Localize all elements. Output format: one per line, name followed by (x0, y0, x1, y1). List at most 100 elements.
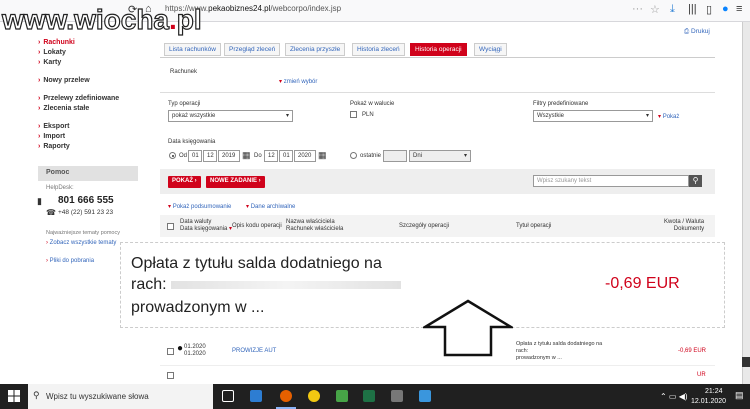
last-days-input[interactable] (383, 150, 407, 162)
row-amount: -0,69 EUR (678, 348, 707, 354)
scroll-thumb[interactable] (742, 357, 750, 367)
col-amount[interactable]: Kwota / Waluta Dokumenty (664, 219, 704, 233)
help-header: Pomoc (38, 166, 138, 181)
currency-checkbox[interactable] (350, 111, 357, 118)
tab-historia-zlecen[interactable]: Historia zleceń (352, 43, 405, 56)
faq-link[interactable]: › Zobacz wszystkie tematy (46, 240, 116, 246)
new-order-button[interactable]: NOWE ZADANIE › (206, 176, 265, 188)
app-icon[interactable] (308, 390, 320, 402)
select-all-checkbox[interactable] (167, 223, 174, 230)
windows-start-icon[interactable] (8, 390, 20, 402)
currency-label: Pokaż w walucie (350, 101, 395, 107)
col-type-code[interactable]: Opis kodu operacji (232, 223, 282, 230)
downloads-link[interactable]: › Pliki do pobrania (46, 258, 94, 264)
clock-date[interactable]: 12.01.2020 (691, 398, 726, 405)
more-icon[interactable]: ··· (632, 3, 643, 15)
tray-icons[interactable]: ⌃ ▭ ◀) (660, 392, 688, 401)
col-date[interactable]: Data waluty Data księgowania ▾ (180, 219, 232, 233)
phone-icon: ▮ (37, 196, 42, 206)
to-month-input[interactable]: 01 (279, 150, 293, 162)
to-year-input[interactable]: 2020 (294, 150, 316, 162)
menu-icon[interactable]: ≡ (736, 3, 742, 15)
download-icon[interactable]: ⤓ (670, 3, 675, 16)
calculator-icon[interactable] (391, 390, 403, 402)
col-details[interactable]: Szczegóły operacji (399, 223, 449, 230)
app-icon[interactable] (336, 390, 348, 402)
edge-icon[interactable] (250, 390, 262, 402)
tab-zlecenia-przyszle[interactable]: Zlecenia przyszłe (285, 43, 346, 56)
calendar-from-icon[interactable]: ▦ (242, 150, 251, 161)
excel-icon[interactable] (363, 390, 375, 402)
windows-taskbar: ⚲ Wpisz tu wyszukiwane słowa ⌃ ▭ ◀) 21:2… (0, 384, 750, 409)
task-view-icon[interactable] (222, 390, 234, 402)
taskbar-search-placeholder: Wpisz tu wyszukiwane słowa (46, 392, 149, 401)
show-button[interactable]: POKAŻ › (168, 176, 201, 188)
from-day-input[interactable]: 01 (188, 150, 202, 162)
row-code[interactable]: PROWIZJE AUT (232, 348, 276, 355)
show-filters-link[interactable]: ▾ Pokaż (658, 113, 679, 120)
sidebar-item-lokaty[interactable]: › Lokaty (38, 48, 138, 58)
operation-type-label: Typ operacji (168, 101, 201, 107)
sidebar-item-raporty[interactable]: › Raporty (38, 142, 138, 152)
col-title[interactable]: Tytuł operacji (516, 223, 551, 230)
summary-link[interactable]: ▾ Pokaż podsumowanie (168, 203, 231, 210)
search-input[interactable]: Wpisz szukany tekst (533, 175, 689, 187)
operation-type-select[interactable]: pokaż wszystkie (168, 110, 293, 122)
clock-time[interactable]: 21:24 (705, 388, 723, 395)
date-label: Data księgowania (168, 139, 216, 145)
redacted-account (171, 280, 402, 289)
from-year-input[interactable]: 2019 (218, 150, 240, 162)
tab-historia-operacji[interactable]: Historia operacji (410, 43, 467, 56)
bookmark-star-icon[interactable]: ☆ (650, 3, 660, 16)
photos-icon[interactable] (419, 390, 431, 402)
currency-value: PLN (362, 112, 374, 118)
filters-label: Filtry predefiniowane (533, 101, 589, 107)
helpdesk-phone-alt: +48 (22) 591 23 23 (58, 209, 114, 216)
search-icon[interactable]: ⚲ (689, 175, 702, 187)
last-unit-select[interactable]: Dni (409, 150, 471, 162)
tab-wyciagi[interactable]: Wyciągi (474, 43, 507, 56)
sidebar-item-nowy-przelew[interactable]: › Nowy przelew (38, 76, 138, 86)
tabs-divider (160, 57, 715, 58)
cursor-blob: ● (177, 343, 184, 354)
col-owner[interactable]: Nazwa właściciela Rachunek właściciela (286, 219, 343, 233)
sidebar-icon[interactable]: ▯ (706, 3, 712, 16)
printer-icon: ⎙ (684, 28, 690, 35)
to-label: Do (254, 153, 262, 159)
sidebar-item-eksport[interactable]: › Eksport (38, 122, 138, 132)
sidebar-item-karty[interactable]: › Karty (38, 58, 138, 68)
last-days-radio[interactable] (350, 152, 357, 159)
date-range-radio[interactable] (169, 152, 176, 159)
last-label: ostatnie (360, 153, 382, 159)
overlay-line-1: Opłata z tytułu salda dodatniego na (131, 255, 382, 272)
page-scrollbar[interactable] (742, 22, 750, 384)
sidebar-item-zlecenia-stale[interactable]: › Zlecenia stałe (38, 104, 138, 114)
helpdesk-label: HelpDesk: (46, 185, 74, 191)
print-button[interactable]: ⎙ Drukuj (684, 28, 710, 36)
faq-label: Najważniejsze tematy pomocy (46, 230, 120, 236)
account-icon[interactable]: ● (722, 3, 729, 15)
from-month-input[interactable]: 12 (203, 150, 217, 162)
firefox-icon[interactable] (280, 390, 292, 402)
to-day-input[interactable]: 12 (264, 150, 278, 162)
row-checkbox[interactable] (167, 372, 174, 379)
sidebar-item-przelewy-zdefiniowane[interactable]: › Przelewy zdefiniowane (38, 94, 138, 104)
change-account-link[interactable]: ▾ zmień wybór (279, 78, 317, 85)
sidebar-item-rachunki[interactable]: › Rachunki (38, 38, 138, 48)
help-title: Pomoc (46, 169, 70, 176)
zoom-overlay: Opłata z tytułu salda dodatniego na rach… (120, 242, 725, 357)
overlay-line-3: prowadzonym w ... (131, 299, 265, 316)
tab-lista-rachunkow[interactable]: Lista rachunków (164, 43, 221, 56)
notifications-icon[interactable]: ▤ (735, 390, 744, 401)
calendar-to-icon[interactable]: ▦ (318, 150, 327, 161)
archive-link[interactable]: ▾ Dane archiwalne (246, 203, 295, 210)
library-icon[interactable]: ||| (688, 3, 697, 15)
taskbar-search[interactable]: ⚲ Wpisz tu wyszukiwane słowa (28, 384, 213, 409)
search-icon: ⚲ (33, 390, 40, 400)
table-row[interactable]: UR (160, 368, 715, 384)
row-checkbox[interactable] (167, 348, 174, 355)
account-label: Rachunek (170, 69, 198, 75)
tab-przeglad-zlecen[interactable]: Przegląd zleceń (224, 43, 281, 56)
sidebar-item-import[interactable]: › Import (38, 132, 138, 142)
filters-select[interactable]: Wszystkie (533, 110, 653, 122)
